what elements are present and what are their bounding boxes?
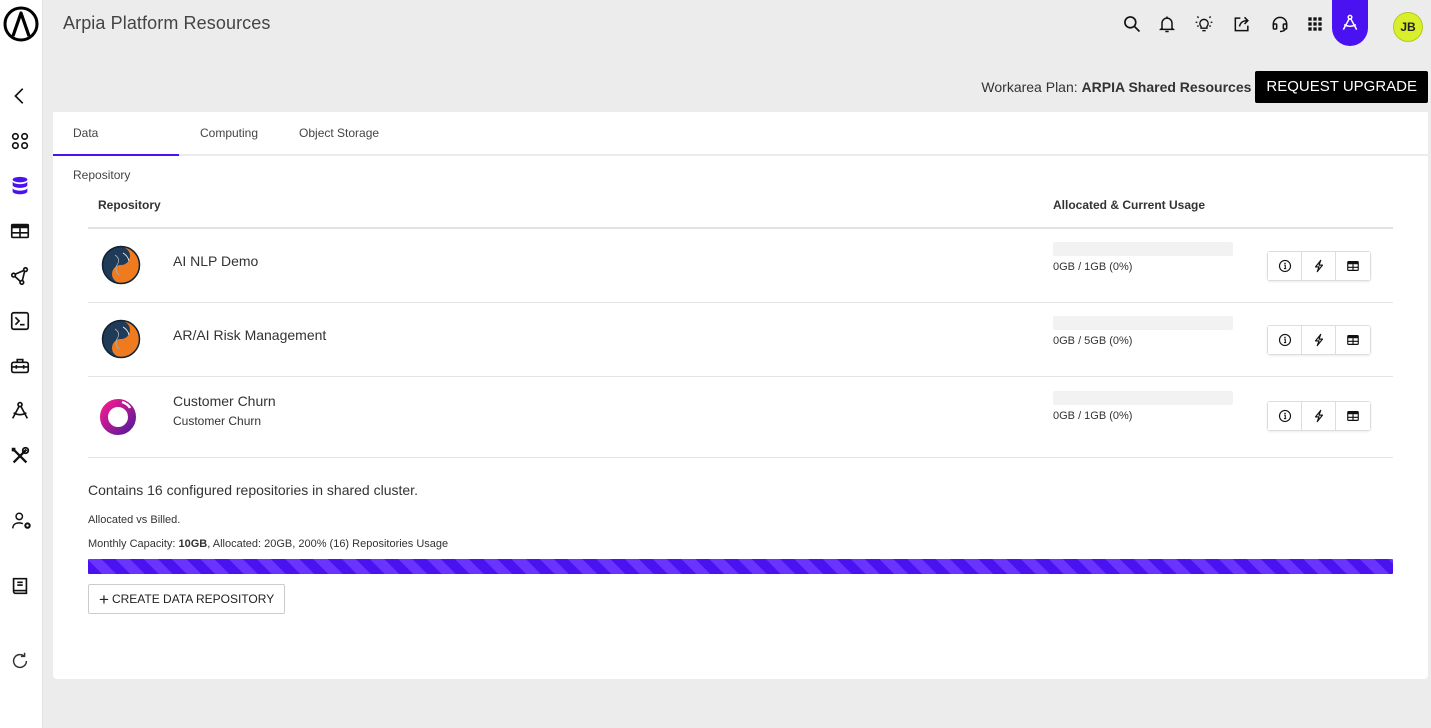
chevron-left-icon[interactable] — [8, 84, 32, 108]
capacity-suffix: , Allocated: 20GB, 200% (16) Repositorie… — [207, 538, 449, 550]
allocated-vs-billed-text: Allocated vs Billed. — [88, 514, 181, 526]
info-button[interactable] — [1268, 326, 1302, 354]
arpia-logo-icon[interactable] — [3, 6, 39, 42]
table-icon[interactable] — [8, 219, 32, 243]
book-icon[interactable] — [8, 574, 32, 598]
info-icon — [1278, 409, 1291, 423]
app-title: Arpia Platform Resources — [63, 13, 271, 33]
resources-panel: Data Repository Computing Object Storage… — [53, 112, 1428, 679]
table-icon — [1347, 335, 1359, 345]
request-upgrade-button[interactable]: REQUEST UPGRADE — [1255, 71, 1428, 103]
table-icon — [1347, 261, 1359, 271]
capacity-prefix: Monthly Capacity: — [88, 538, 179, 550]
headset-icon[interactable] — [1268, 12, 1292, 36]
mysql-logo-icon — [101, 319, 141, 359]
workarea-plan-text: Workarea Plan: ARPIA Shared Resources — [981, 79, 1251, 95]
share-icon[interactable] — [1230, 12, 1254, 36]
usage-progress-bar — [1053, 391, 1233, 405]
plan-value: ARPIA Shared Resources — [1081, 79, 1252, 95]
toolbox-icon[interactable] — [8, 354, 32, 378]
usage-progress-bar — [1053, 242, 1233, 256]
capacity-progress-bar — [88, 559, 1393, 574]
info-icon — [1278, 333, 1291, 347]
terminal-icon[interactable] — [8, 309, 32, 333]
usage-text: 0GB / 5GB (0%) — [1053, 335, 1133, 347]
row-actions — [1267, 251, 1371, 281]
ring-logo-icon — [98, 397, 138, 437]
database-icon[interactable] — [8, 174, 32, 198]
table-view-button[interactable] — [1336, 402, 1370, 430]
tab-data-repository[interactable]: Data Repository — [53, 112, 179, 182]
repository-name[interactable]: AR/AI Risk Management — [173, 327, 326, 343]
search-icon[interactable] — [1120, 12, 1144, 36]
left-sidebar — [0, 0, 43, 728]
column-header-repository: Repository — [98, 198, 161, 212]
repository-name[interactable]: AI NLP Demo — [173, 253, 258, 269]
lightning-icon — [1314, 259, 1323, 273]
tab-computing[interactable]: Computing — [179, 112, 279, 154]
lightning-button[interactable] — [1302, 402, 1336, 430]
lightning-icon — [1314, 333, 1323, 347]
active-app-compass-button[interactable] — [1332, 0, 1368, 46]
graph-nodes-icon[interactable] — [8, 264, 32, 288]
table-row[interactable]: AR/AI Risk Management 0GB / 5GB (0%) — [88, 303, 1393, 377]
column-header-usage: Allocated & Current Usage — [1053, 198, 1206, 212]
table-icon — [1347, 411, 1359, 421]
capacity-value: 10GB — [178, 538, 208, 550]
apps-grid-icon[interactable] — [1303, 12, 1327, 36]
table-row[interactable]: Customer Churn Customer Churn 0GB / 1GB … — [88, 377, 1393, 458]
create-data-repository-button[interactable]: + CREATE DATA REPOSITORY — [88, 584, 286, 614]
repository-subtitle: Customer Churn — [173, 414, 262, 428]
row-actions — [1267, 325, 1371, 355]
refresh-icon[interactable] — [8, 649, 32, 673]
table-row[interactable]: AI NLP Demo 0GB / 1GB (0%) — [88, 229, 1393, 303]
repository-table: Repository Allocated & Current Usage AI … — [88, 192, 1393, 458]
usage-progress-bar — [1053, 316, 1233, 330]
usage-text: 0GB / 1GB (0%) — [1053, 261, 1133, 273]
tools-icon[interactable] — [8, 444, 32, 468]
tab-object-storage[interactable]: Object Storage — [279, 112, 399, 154]
plus-icon: + — [99, 589, 109, 609]
summary-title: Contains 16 configured repositories in s… — [88, 482, 418, 498]
bell-icon[interactable] — [1155, 12, 1179, 36]
grid-circles-icon[interactable] — [8, 129, 32, 153]
info-icon — [1278, 259, 1291, 273]
lightbulb-icon[interactable] — [1192, 12, 1216, 36]
monthly-capacity-text: Monthly Capacity: 10GB, Allocated: 20GB,… — [88, 538, 448, 550]
user-avatar[interactable]: JB — [1393, 12, 1423, 42]
info-button[interactable] — [1268, 252, 1302, 280]
top-bar: Arpia Platform Resources JB — [43, 0, 1431, 48]
table-header: Repository Allocated & Current Usage — [88, 192, 1393, 229]
table-view-button[interactable] — [1336, 252, 1370, 280]
compass-icon — [1342, 14, 1358, 31]
lightning-icon — [1314, 409, 1323, 423]
create-button-label: CREATE DATA REPOSITORY — [111, 592, 275, 606]
mysql-logo-icon — [101, 245, 141, 285]
info-button[interactable] — [1268, 402, 1302, 430]
repository-summary: Contains 16 configured repositories in s… — [88, 482, 1393, 614]
plan-label: Workarea Plan: — [981, 79, 1078, 95]
row-actions — [1267, 401, 1371, 431]
usage-text: 0GB / 1GB (0%) — [1053, 410, 1133, 422]
repository-name[interactable]: Customer Churn — [173, 393, 276, 409]
lightning-button[interactable] — [1302, 326, 1336, 354]
resource-tabs: Data Repository Computing Object Storage — [53, 112, 1428, 182]
workarea-plan-row: Workarea Plan: ARPIA Shared Resources RE… — [981, 71, 1428, 103]
compass-icon[interactable] — [8, 399, 32, 423]
user-gear-icon[interactable] — [10, 509, 34, 533]
table-view-button[interactable] — [1336, 326, 1370, 354]
lightning-button[interactable] — [1302, 252, 1336, 280]
